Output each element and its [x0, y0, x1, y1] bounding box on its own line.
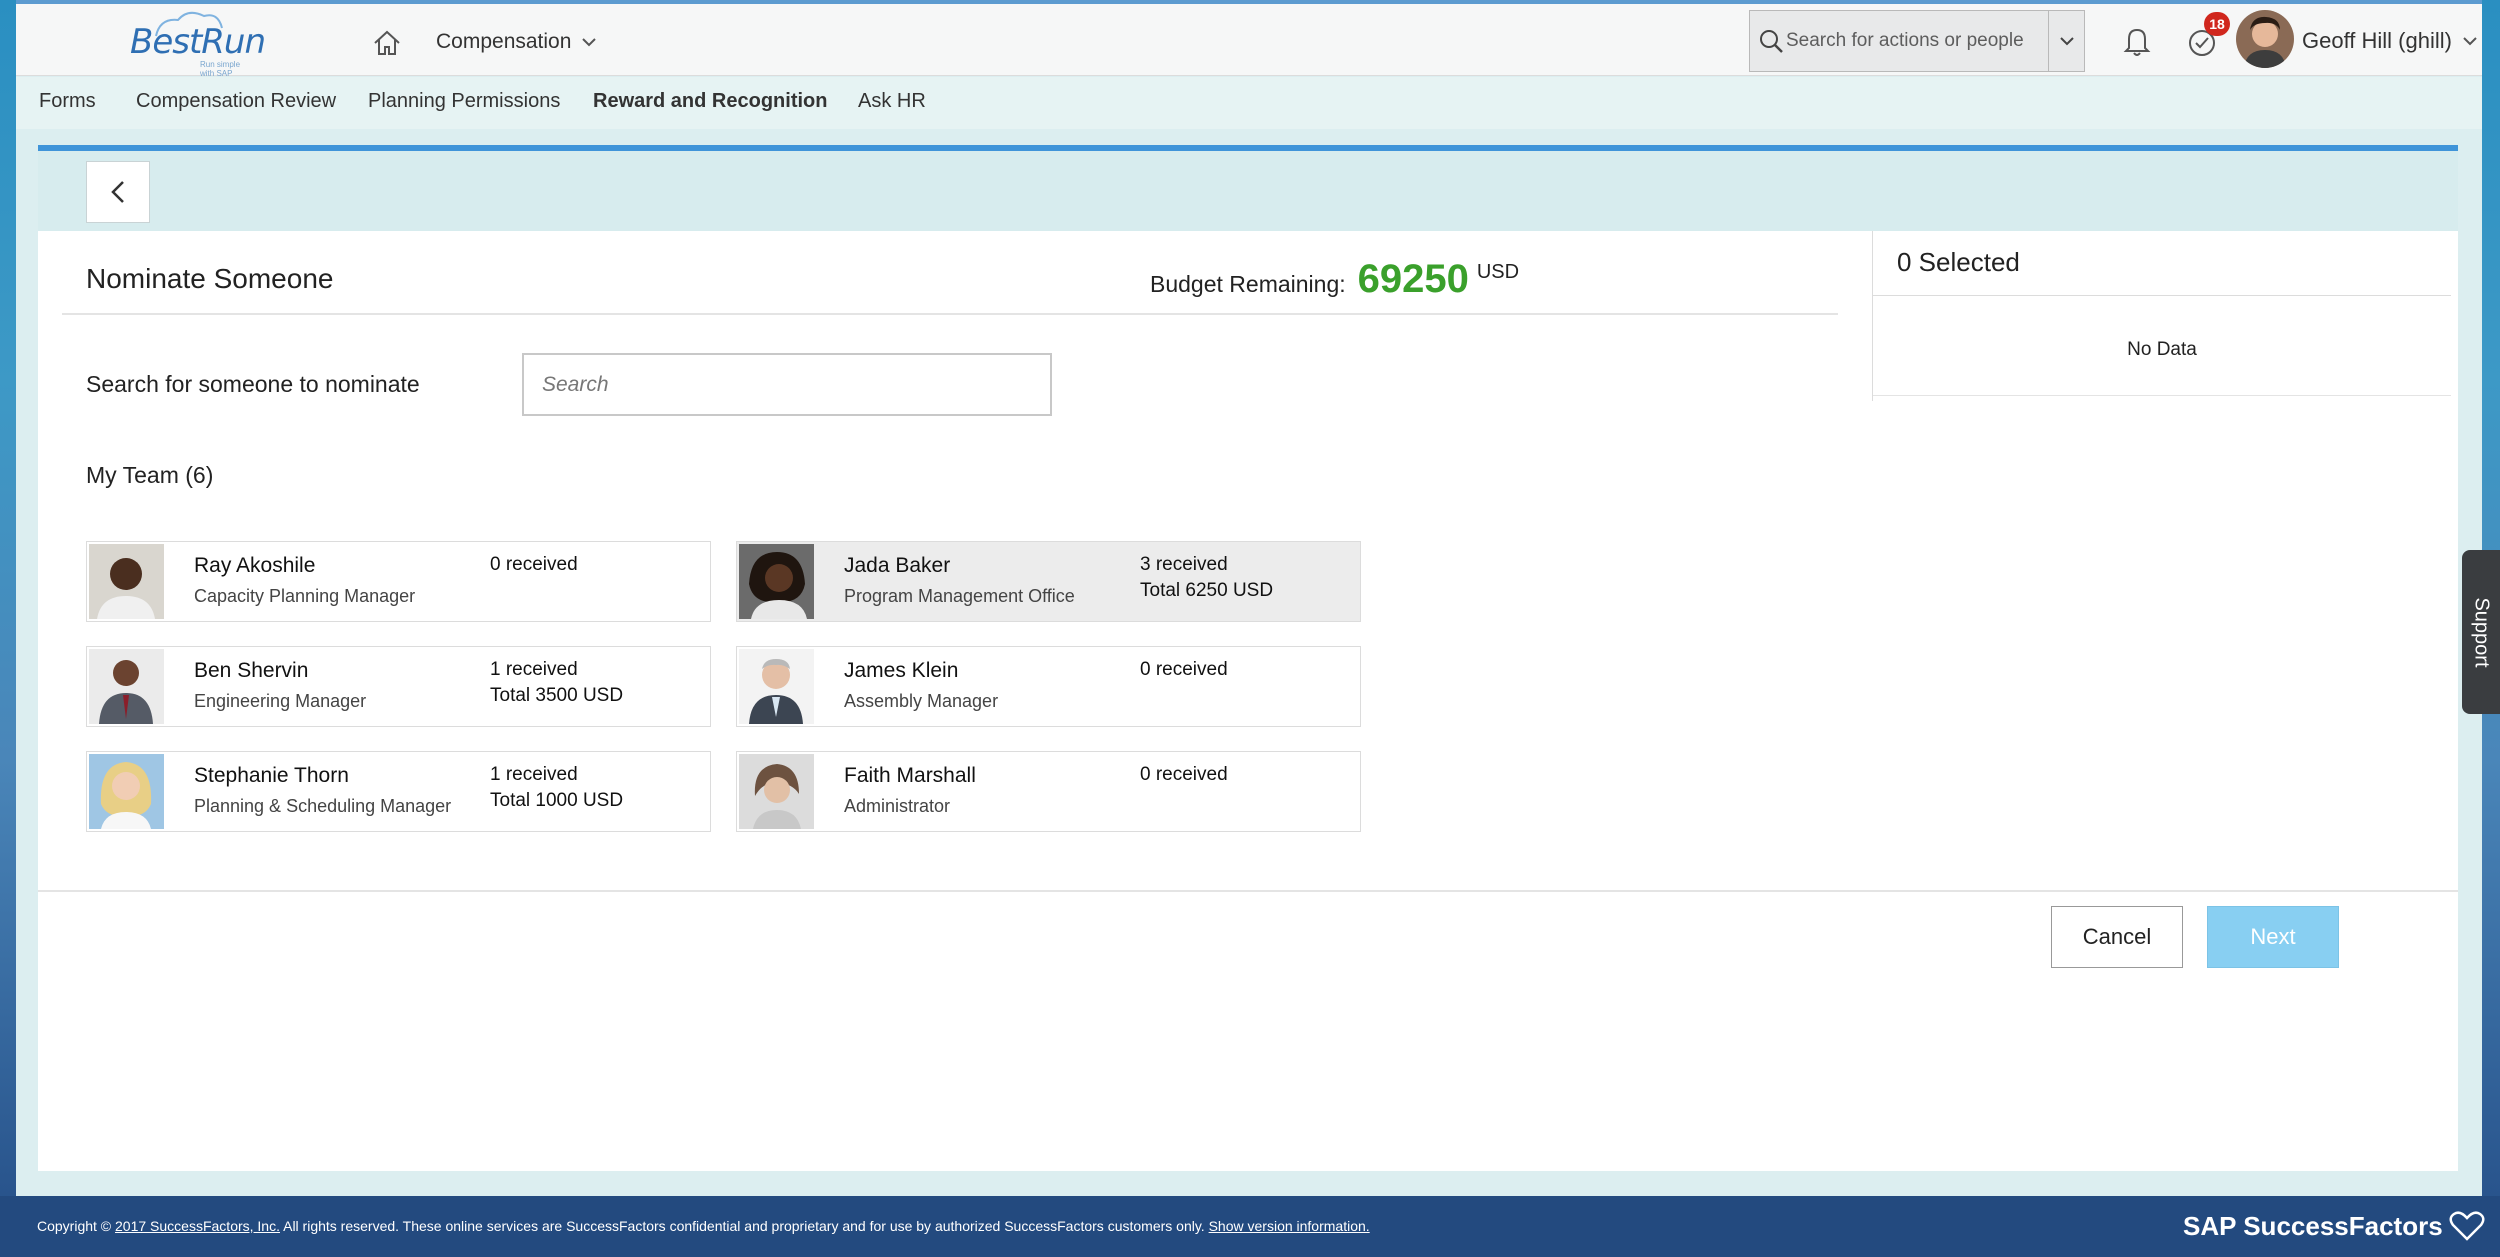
team-member-card[interactable]: Ray Akoshile Capacity Planning Manager 0… — [86, 541, 711, 622]
support-label: Support — [2470, 596, 2493, 668]
nav-forms[interactable]: Forms — [39, 90, 96, 113]
top-bar: BestRun Run simple with SAP Compensation — [16, 4, 2482, 78]
member-name: Jada Baker — [844, 554, 951, 577]
member-total: Total 1000 USD — [490, 790, 624, 811]
copyright-prefix: Copyright © — [37, 1218, 112, 1234]
member-photo — [89, 649, 164, 724]
brand-text: SAP SuccessFactors — [2183, 1210, 2443, 1241]
nav-ask-hr[interactable]: Ask HR — [858, 90, 926, 113]
member-role: Planning & Scheduling Manager — [194, 796, 452, 816]
version-info-link[interactable]: Show version information. — [1209, 1218, 1370, 1234]
nav-reward-and-recognition[interactable]: Reward and Recognition — [593, 90, 827, 113]
chevron-down-icon — [2463, 37, 2477, 46]
member-name: Faith Marshall — [844, 764, 976, 787]
page-title: Nominate Someone — [86, 263, 334, 294]
member-role: Program Management Office — [844, 586, 1075, 606]
copyright: Copyright © 2017 SuccessFactors, Inc. Al… — [37, 1218, 1370, 1234]
nominee-search — [522, 353, 1052, 416]
logo-tagline: Run simple with SAP — [200, 60, 241, 78]
copyright-text: All rights reserved. These online servic… — [283, 1218, 1205, 1234]
support-tab[interactable]: Support — [2462, 550, 2500, 714]
search-label: Search for someone to nominate — [86, 371, 420, 397]
team-member-card[interactable]: James Klein Assembly Manager 0 received — [736, 646, 1361, 727]
search-icon — [1760, 30, 1783, 53]
app-frame: BestRun Run simple with SAP Compensation — [16, 0, 2482, 1196]
footer: Copyright © 2017 SuccessFactors, Inc. Al… — [0, 1196, 2500, 1257]
global-search-input[interactable] — [1786, 17, 2034, 65]
divider — [38, 890, 2458, 892]
member-name: James Klein — [844, 659, 959, 682]
member-photo — [739, 649, 814, 724]
divider — [1873, 395, 2451, 396]
member-role: Administrator — [844, 796, 951, 816]
budget-amount: 69250 — [1357, 257, 1469, 301]
logo-text: BestRun — [130, 22, 266, 62]
member-received: 1 received — [490, 659, 578, 680]
member-name: Stephanie Thorn — [194, 764, 349, 787]
global-search — [1749, 10, 2085, 72]
member-received: 0 received — [1140, 659, 1228, 680]
team-title: My Team (6) — [86, 462, 214, 488]
member-photo — [739, 754, 814, 829]
member-received: 0 received — [1140, 764, 1228, 785]
nominee-search-input[interactable] — [524, 355, 1050, 414]
nominate-panel: Nominate Someone Budget Remaining: 69250… — [38, 145, 2458, 1171]
member-photo — [89, 754, 164, 829]
divider — [62, 313, 1838, 315]
chevron-down-icon — [582, 38, 597, 47]
member-received: 3 received — [1140, 554, 1228, 575]
bell-icon[interactable] — [2121, 24, 2153, 58]
todo-badge: 18 — [2204, 12, 2230, 36]
next-button[interactable]: Next — [2207, 906, 2339, 968]
member-received: 1 received — [490, 764, 578, 785]
home-icon[interactable] — [372, 28, 402, 58]
member-total: Total 6250 USD — [1140, 580, 1274, 601]
module-menu[interactable]: Compensation — [436, 26, 597, 58]
module-nav: Forms Compensation Review Planning Permi… — [16, 77, 2482, 129]
selected-panel: 0 Selected No Data — [1872, 231, 2451, 401]
team-member-card[interactable]: Faith Marshall Administrator 0 received — [736, 751, 1361, 832]
cancel-button[interactable]: Cancel — [2051, 906, 2183, 968]
search-scope-dropdown[interactable] — [2048, 11, 2084, 71]
member-name: Ray Akoshile — [194, 554, 316, 577]
chevron-down-icon — [2059, 37, 2074, 46]
budget-currency: USD — [1476, 261, 1520, 283]
team-member-card[interactable]: Stephanie Thorn Planning & Scheduling Ma… — [86, 751, 711, 832]
budget-remaining: Budget Remaining: 69250 USD — [1150, 257, 1519, 302]
copyright-link[interactable]: 2017 SuccessFactors, Inc. — [115, 1218, 280, 1234]
module-label: Compensation — [436, 30, 572, 53]
bestrun-logo[interactable]: BestRun Run simple with SAP — [116, 6, 266, 78]
heart-icon — [2449, 1211, 2485, 1241]
back-button[interactable] — [86, 161, 150, 223]
nav-planning-permissions[interactable]: Planning Permissions — [368, 90, 560, 113]
user-avatar[interactable] — [2236, 10, 2294, 68]
sap-successfactors-logo: SAP SuccessFactors — [2183, 1210, 2485, 1242]
panel-subheader — [38, 151, 2458, 231]
user-menu[interactable]: Geoff Hill (ghill) — [2302, 28, 2478, 54]
member-role: Assembly Manager — [844, 691, 999, 711]
team-member-card[interactable]: Ben Shervin Engineering Manager 1 receiv… — [86, 646, 711, 727]
budget-label: Budget Remaining: — [1150, 271, 1346, 297]
divider — [1873, 295, 2451, 296]
member-photo — [89, 544, 164, 619]
member-role: Capacity Planning Manager — [194, 586, 416, 606]
no-data-text: No Data — [2127, 339, 2197, 360]
nav-compensation-review[interactable]: Compensation Review — [136, 90, 336, 113]
selected-count: 0 Selected — [1897, 247, 2020, 277]
member-received: 0 received — [490, 554, 578, 575]
user-name: Geoff Hill (ghill) — [2302, 28, 2452, 53]
member-role: Engineering Manager — [194, 691, 367, 711]
top-accent-stripe — [16, 0, 2482, 4]
team-member-card[interactable]: Jada Baker Program Management Office 3 r… — [736, 541, 1361, 622]
member-photo — [739, 544, 814, 619]
member-name: Ben Shervin — [194, 659, 309, 682]
member-total: Total 3500 USD — [490, 685, 624, 706]
back-chevron-icon — [111, 181, 124, 203]
